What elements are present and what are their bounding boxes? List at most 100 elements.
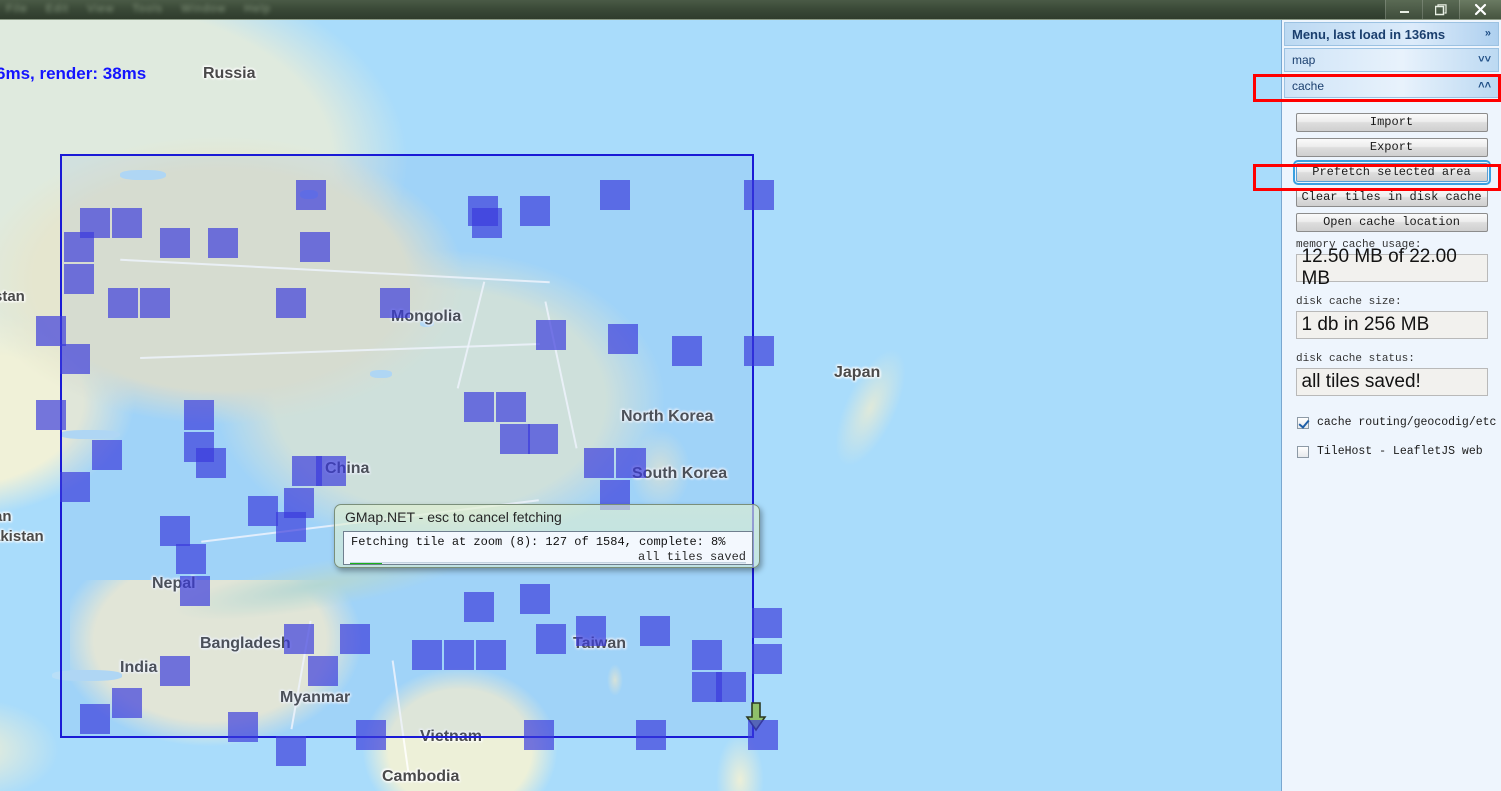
prefetch-tile (112, 688, 142, 718)
prefetch-tile (528, 424, 558, 454)
prefetch-tile (716, 672, 746, 702)
prefetch-tile (520, 584, 550, 614)
prefetch-tile (36, 400, 66, 430)
prefetch-tile (60, 344, 90, 374)
prefetch-tile (536, 624, 566, 654)
prefetch-tile (520, 196, 550, 226)
fetch-progress-fill (350, 563, 382, 564)
accordion-map-header[interactable]: map ˅˅ (1284, 48, 1499, 72)
chevron-right-icon[interactable]: » (1485, 28, 1491, 40)
prefetch-tile (444, 640, 474, 670)
prefetch-tile (600, 180, 630, 210)
prefetch-tile (112, 208, 142, 238)
prefetch-tile (576, 616, 606, 646)
memory-cache-usage-value: 12.50 MB of 22.00 MB (1301, 246, 1457, 289)
side-panel: Menu, last load in 136ms » map ˅˅ cache … (1281, 20, 1501, 791)
fetch-status-text: Fetching tile at zoom (8): 127 of 1584, … (351, 535, 726, 549)
accordion-cache-label: cache (1292, 79, 1325, 93)
titlebar-menu-item[interactable]: Tools (132, 3, 163, 15)
prefetch-tile (752, 644, 782, 674)
disk-cache-size-field: 1 db in 256 MB (1295, 311, 1488, 339)
checkbox-icon-checked[interactable] (1297, 416, 1309, 429)
prefetch-tile (472, 208, 502, 238)
titlebar-menu-item[interactable]: Window (181, 3, 226, 15)
close-icon (1474, 3, 1487, 16)
cache-routing-checkbox-label: cache routing/geocodig/etc (1317, 416, 1497, 429)
prefetch-tile (380, 288, 410, 318)
prefetch-tile (464, 392, 494, 422)
prefetch-tile (692, 640, 722, 670)
titlebar-menu-item[interactable]: View (87, 3, 115, 15)
prefetch-tile (744, 336, 774, 366)
clear-tiles-in-disk-cache-button[interactable]: Clear tiles in disk cache (1295, 188, 1488, 207)
prefetch-tile (248, 496, 278, 526)
window-controls (1385, 0, 1501, 19)
titlebar-menu-item[interactable]: Edit (46, 3, 69, 15)
fetch-progress-popup[interactable]: GMap.NET - esc to cancel fetching Fetchi… (334, 504, 760, 568)
prefetch-tile (616, 448, 646, 478)
prefetch-tile (536, 320, 566, 350)
export-button[interactable]: Export (1295, 138, 1488, 157)
disk-cache-status-label: disk cache status: (1296, 353, 1415, 365)
prefetch-selected-area-button[interactable]: Prefetch selected area (1292, 160, 1491, 185)
minimize-icon (1399, 4, 1410, 15)
prefetch-tile (308, 656, 338, 686)
restore-icon (1435, 3, 1447, 16)
prefetch-tile (276, 512, 306, 542)
close-button[interactable] (1459, 0, 1501, 19)
prefetch-tile (340, 624, 370, 654)
prefetch-tile (500, 424, 530, 454)
prefetch-tile (464, 592, 494, 622)
prefetch-tile (496, 392, 526, 422)
minimize-button[interactable] (1385, 0, 1422, 19)
cache-routing-checkbox-row[interactable]: cache routing/geocodig/etc (1297, 416, 1501, 429)
prefetch-tile (108, 288, 138, 318)
prefetch-tile (184, 400, 214, 430)
prefetch-tile (476, 640, 506, 670)
disk-cache-status-field: all tiles saved! (1295, 368, 1488, 396)
restore-button[interactable] (1422, 0, 1459, 19)
disk-cache-size-value: 1 db in 256 MB (1301, 314, 1430, 335)
fetch-popup-body: Fetching tile at zoom (8): 127 of 1584, … (343, 531, 753, 565)
prefetch-tile (316, 456, 346, 486)
disk-cache-status-value: all tiles saved! (1301, 371, 1421, 392)
map-canvas[interactable]: 6ms, render: 38ms Russia Mongolia North Ko… (0, 20, 1281, 791)
prefetch-tile (196, 448, 226, 478)
prefetch-tile (180, 576, 210, 606)
chevron-up-icon[interactable]: ˄˄ (1478, 80, 1491, 92)
prefetch-tile (160, 516, 190, 546)
accordion-menu-label: Menu, last load in 136ms (1292, 26, 1446, 42)
prefetch-tile (208, 228, 238, 258)
prefetch-tile (80, 704, 110, 734)
prefetch-tile (60, 472, 90, 502)
accordion-menu-header[interactable]: Menu, last load in 136ms » (1284, 22, 1499, 46)
prefetch-tile (584, 448, 614, 478)
prefetch-tile (284, 624, 314, 654)
prefetch-tile (608, 324, 638, 354)
import-button[interactable]: Import (1295, 113, 1488, 132)
prefetch-tile (36, 316, 66, 346)
prefetch-tile (160, 228, 190, 258)
accordion-map-label: map (1292, 53, 1316, 67)
tilehost-checkbox-row[interactable]: TileHost - LeafletJS web (1297, 445, 1501, 458)
prefetch-tile (524, 720, 554, 750)
prefetch-tile (296, 180, 326, 210)
checkbox-icon-unchecked[interactable] (1297, 445, 1309, 458)
chevron-down-icon[interactable]: ˅˅ (1478, 54, 1491, 66)
titlebar-menu-item[interactable]: Help (244, 3, 271, 15)
render-stats-overlay: 6ms, render: 38ms (0, 64, 147, 83)
accordion-cache-header[interactable]: cache ˄˄ (1284, 74, 1499, 98)
titlebar-menu[interactable]: File Edit View Tools Window Help (6, 3, 285, 15)
prefetch-tile (636, 720, 666, 750)
window-titlebar: File Edit View Tools Window Help (0, 0, 1501, 20)
prefetch-tile (300, 232, 330, 262)
prefetch-tile (228, 712, 258, 742)
prefetch-tile (64, 232, 94, 262)
memory-cache-usage-field: 12.50 MB of 22.00 MB (1295, 246, 1488, 289)
titlebar-menu-item[interactable]: File (6, 3, 28, 15)
prefetch-tile (140, 288, 170, 318)
prefetch-tile (176, 544, 206, 574)
prefetch-tile (64, 264, 94, 294)
prefetch-tile (356, 720, 386, 750)
open-cache-location-button[interactable]: Open cache location (1295, 213, 1488, 232)
